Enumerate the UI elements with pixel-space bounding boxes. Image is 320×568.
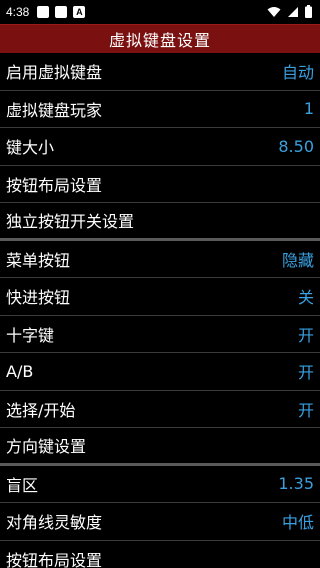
setting-label: 菜单按钮	[6, 250, 71, 270]
notification-a-icon: A	[73, 6, 86, 18]
title-bar: 虚拟键盘设置	[0, 24, 320, 53]
setting-label: A/B	[6, 361, 34, 381]
setting-dpad[interactable]: 十字键 开	[0, 316, 320, 353]
wifi-icon	[267, 6, 281, 17]
setting-label: 按钮布局设置	[6, 175, 103, 195]
setting-label: 独立按钮开关设置	[6, 212, 135, 232]
setting-direction-keys[interactable]: 方向键设置	[0, 428, 320, 466]
setting-label: 选择/开始	[6, 400, 76, 420]
setting-label: 虚拟键盘玩家	[6, 100, 103, 120]
setting-key-size[interactable]: 键大小 8.50	[0, 128, 320, 166]
status-bar: 4:38 A	[0, 0, 320, 24]
notification-icon	[37, 6, 50, 18]
setting-value: 自动	[281, 63, 314, 83]
setting-button-layout-2[interactable]: 按钮布局设置	[0, 541, 320, 568]
setting-label: 对角线灵敏度	[6, 513, 103, 533]
setting-dead-zone[interactable]: 盲区 1.35	[0, 466, 320, 503]
setting-button-layout[interactable]: 按钮布局设置	[0, 166, 320, 203]
setting-value: 1	[303, 99, 314, 119]
setting-enable-virtual-keyboard[interactable]: 启用虚拟键盘 自动	[0, 53, 320, 91]
setting-value: 隐藏	[281, 250, 314, 270]
settings-list: 启用虚拟键盘 自动 虚拟键盘玩家 1 键大小 8.50 按钮布局设置 独立按钮开…	[0, 53, 320, 568]
setting-label: 键大小	[6, 138, 55, 158]
setting-label: 启用虚拟键盘	[6, 63, 103, 83]
setting-value: 中低	[281, 513, 314, 533]
setting-diagonal-sensitivity[interactable]: 对角线灵敏度 中低	[0, 503, 320, 541]
setting-value: 8.50	[278, 136, 314, 156]
setting-value: 1.35	[278, 474, 314, 494]
setting-label: 按钮布局设置	[6, 550, 103, 568]
status-time: 4:38	[6, 5, 30, 19]
setting-label: 快进按钮	[6, 288, 71, 308]
setting-virtual-keyboard-player[interactable]: 虚拟键盘玩家 1	[0, 91, 320, 128]
setting-select-start[interactable]: 选择/开始 开	[0, 391, 320, 428]
setting-ab-buttons[interactable]: A/B 开	[0, 353, 320, 391]
setting-value: 开	[297, 363, 314, 383]
setting-label: 盲区	[6, 475, 39, 495]
battery-icon	[305, 5, 312, 18]
notification-icon	[55, 6, 68, 18]
status-icons	[267, 5, 312, 18]
setting-value: 开	[297, 325, 314, 345]
page-title: 虚拟键盘设置	[108, 31, 211, 50]
setting-label: 方向键设置	[6, 437, 87, 457]
setting-independent-button-toggles[interactable]: 独立按钮开关设置	[0, 203, 320, 241]
setting-value: 开	[297, 400, 314, 420]
setting-label: 十字键	[6, 325, 55, 345]
setting-value: 关	[297, 288, 314, 308]
signal-icon	[288, 6, 298, 17]
setting-menu-button[interactable]: 菜单按钮 隐藏	[0, 241, 320, 278]
setting-fast-forward-button[interactable]: 快进按钮 关	[0, 278, 320, 316]
